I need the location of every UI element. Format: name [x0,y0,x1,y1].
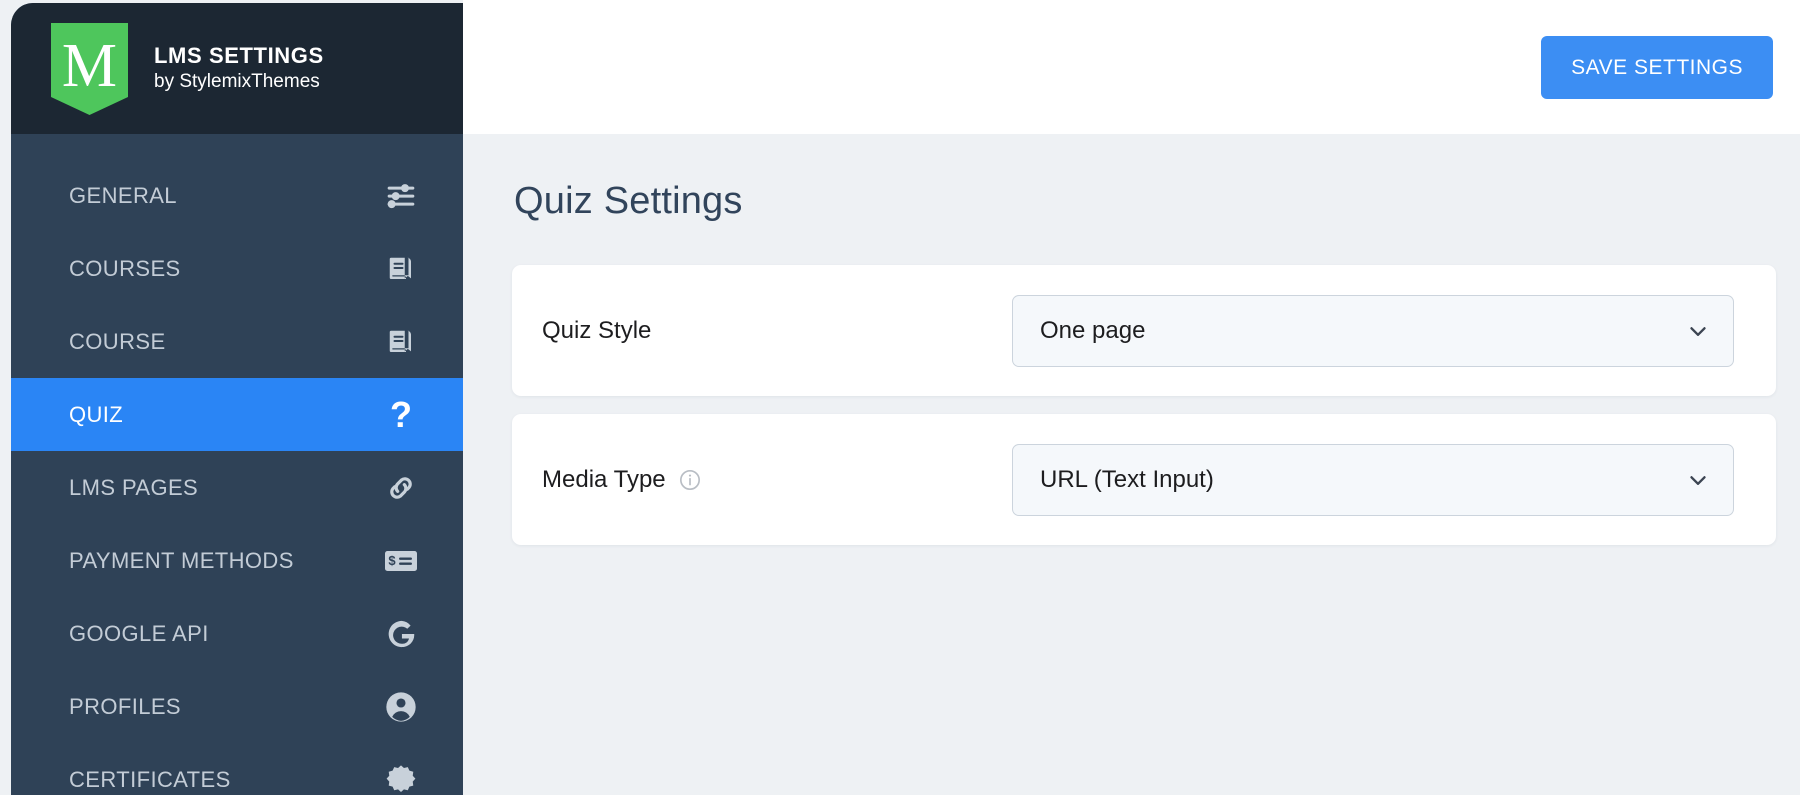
sidebar-item-general[interactable]: GENERAL [11,159,463,232]
sidebar-item-course[interactable]: COURSE [11,305,463,378]
link-icon [383,470,419,506]
brand-title: LMS SETTINGS [154,42,324,68]
setting-row-media-type: Media Type URL (Text Input) [512,414,1776,545]
setting-label-wrapper: Quiz Style [542,317,651,345]
sidebar-item-certificates[interactable]: CERTIFICATES [11,743,463,795]
sidebar-item-label: PAYMENT METHODS [69,547,294,573]
shield-logo-icon: M [51,22,128,115]
sidebar-item-label: COURSE [69,328,166,354]
sliders-icon [383,178,419,214]
quiz-style-select[interactable]: One page [1012,294,1734,367]
sidebar-menu: GENERAL COURSES COURSE QUIZ ? LMS PAGES … [11,134,463,795]
info-circle-icon[interactable] [679,469,701,491]
account-circle-icon [383,689,419,725]
setting-label-wrapper: Media Type [542,466,701,494]
rosette-badge-icon [383,762,419,795]
media-type-select[interactable]: URL (Text Input) [1012,443,1734,516]
sidebar-item-payment-methods[interactable]: PAYMENT METHODS $ [11,524,463,597]
sidebar-item-google-api[interactable]: GOOGLE API [11,597,463,670]
setting-row-quiz-style: Quiz Style One page [512,265,1776,396]
sidebar-item-profiles[interactable]: PROFILES [11,670,463,743]
credit-card-icon: $ [383,543,419,579]
sidebar-item-label: PROFILES [69,693,182,719]
sidebar-item-lms-pages[interactable]: LMS PAGES [11,451,463,524]
main-content: Quiz Settings Quiz Style One page Media … [463,134,1800,795]
svg-text:M: M [62,32,117,100]
lms-settings-app: SAVE SETTINGS M LMS SETTINGS by Stylemix… [0,0,1800,795]
sidebar: M LMS SETTINGS by StylemixThemes GENERAL [11,3,463,795]
sidebar-item-quiz[interactable]: QUIZ ? [11,378,463,451]
top-header-bar: SAVE SETTINGS [463,0,1800,134]
sidebar-item-courses[interactable]: COURSES [11,232,463,305]
sidebar-item-label: GENERAL [69,182,177,208]
google-g-icon [383,616,419,652]
sidebar-item-label: LMS PAGES [69,474,199,500]
question-mark-icon: ? [383,393,419,435]
media-type-label: Media Type [542,465,666,493]
sidebar-item-label: QUIZ [69,401,124,427]
quiz-style-label: Quiz Style [542,316,652,344]
brand-text: LMS SETTINGS by StylemixThemes [154,42,324,95]
book-icon [383,251,419,287]
sidebar-item-label: GOOGLE API [69,620,209,646]
media-type-value: URL (Text Input) [1040,465,1214,493]
sidebar-item-label: COURSES [69,255,181,281]
save-settings-button[interactable]: SAVE SETTINGS [1541,35,1773,99]
question-mark-glyph: ? [390,393,412,435]
svg-text:$: $ [388,553,396,568]
chevron-down-icon [1685,318,1711,344]
book-icon [383,324,419,360]
sidebar-item-label: CERTIFICATES [69,766,231,792]
quiz-style-value: One page [1040,316,1146,344]
settings-list: Quiz Style One page Media Type URL (Text… [512,265,1776,545]
brand-header: M LMS SETTINGS by StylemixThemes [11,3,463,134]
chevron-down-icon [1685,467,1711,493]
page-title: Quiz Settings [514,180,743,222]
brand-subtitle: by StylemixThemes [154,71,320,93]
